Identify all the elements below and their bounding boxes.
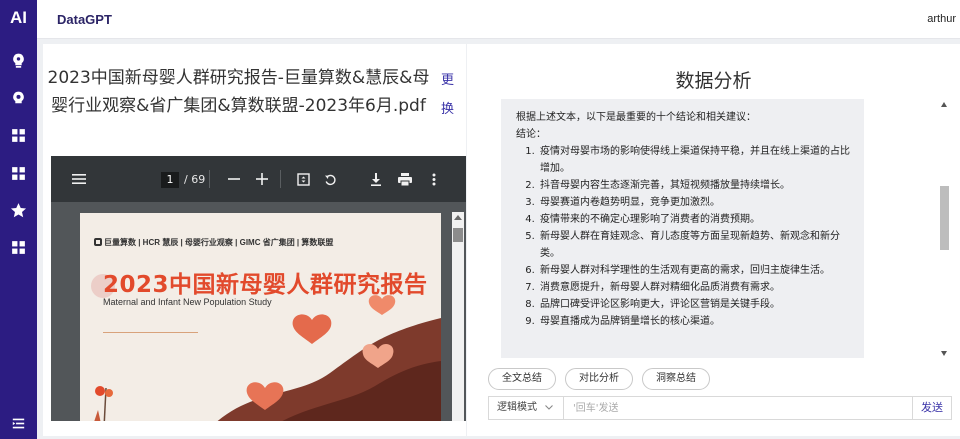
list-item: 抖音母婴内容生态逐渐完善，其短视频播放量持续增长。 xyxy=(538,177,851,194)
mode-select[interactable]: 逻辑模式 xyxy=(489,397,564,419)
pdf-scrollbar[interactable] xyxy=(452,212,464,421)
app-logo: AI xyxy=(10,8,27,27)
page-number-input[interactable]: 1 xyxy=(161,172,179,188)
analysis-intro: 根据上述文本，以下是最重要的十个结论和相关建议： xyxy=(516,112,756,123)
pdf-viewer: 1 / 69 巨量算数 | HCR 慧辰 | 母婴行业观察 | GIMC 省广集… xyxy=(51,156,466,421)
fit-page-icon[interactable] xyxy=(296,172,310,186)
chevron-down-icon xyxy=(545,405,553,410)
top-bar: DataGPT arthur xyxy=(37,0,960,39)
message-input[interactable] xyxy=(565,397,911,419)
send-button[interactable]: 发送 xyxy=(912,397,951,419)
document-title: 2023中国新母婴人群研究报告-巨量算数&慧辰&母婴行业观察&省广集团&算数联盟… xyxy=(47,68,430,116)
list-item: 品牌口碑受评论区影响更大，评论区营销是关键手段。 xyxy=(538,296,851,313)
pdf-page: 巨量算数 | HCR 慧辰 | 母婴行业观察 | GIMC 省广集团 | 算数联… xyxy=(80,213,441,421)
compare-button[interactable]: 对比分析 xyxy=(565,368,633,390)
rotate-icon[interactable] xyxy=(323,172,337,186)
toolbar-divider xyxy=(209,170,210,188)
summary-button[interactable]: 全文总结 xyxy=(488,368,556,390)
cover-divider xyxy=(103,332,198,333)
analysis-panel: 数据分析 根据上述文本，以下是最重要的十个结论和相关建议： 结论： 疫情对母婴市… xyxy=(467,44,960,436)
chat-input-row: 逻辑模式 发送 xyxy=(488,396,952,420)
conclusion-label: 结论： xyxy=(516,129,546,140)
bulb-outline-icon[interactable] xyxy=(10,90,27,107)
list-item: 新母婴人群对科学理性的生活观有更高的需求，回归主旋律生活。 xyxy=(538,262,851,279)
star-icon[interactable] xyxy=(10,202,27,219)
zoom-out-icon[interactable] xyxy=(227,172,241,186)
page-total: / 69 xyxy=(184,173,206,186)
bulb-icon[interactable] xyxy=(10,52,27,69)
analysis-title: 数据分析 xyxy=(675,70,752,92)
cover-subtitle: Maternal and Infant New Population Study xyxy=(103,297,272,307)
zoom-in-icon[interactable] xyxy=(255,172,269,186)
list-item: 消费意愿提升，新母婴人群对精细化品质消费有需求。 xyxy=(538,279,851,296)
partner-logos: 巨量算数 | HCR 慧辰 | 母婴行业观察 | GIMC 省广集团 | 算数联… xyxy=(94,237,333,248)
menu-collapse-icon[interactable] xyxy=(12,417,25,430)
grid-icon[interactable] xyxy=(10,165,27,182)
user-name[interactable]: arthur xyxy=(927,13,956,25)
change-document-button[interactable]: 更换 xyxy=(441,66,455,124)
list-item: 疫情带来的不确定心理影响了消费者的消费预期。 xyxy=(538,211,851,228)
list-item: 母婴直播成为品牌销量增长的核心渠道。 xyxy=(538,313,851,330)
mode-select-value: 逻辑模式 xyxy=(497,402,537,413)
sidebar-rail: AI xyxy=(0,0,37,439)
scroll-down-icon[interactable] xyxy=(941,351,947,356)
insight-button[interactable]: 洞察总结 xyxy=(642,368,710,390)
document-panel: 2023中国新母婴人群研究报告-巨量算数&慧辰&母婴行业观察&省广集团&算数联盟… xyxy=(43,44,466,436)
analysis-result-text: 根据上述文本，以下是最重要的十个结论和相关建议： 结论： 疫情对母婴市场的影响使… xyxy=(516,109,851,330)
scroll-up-icon[interactable] xyxy=(941,102,947,107)
print-icon[interactable] xyxy=(398,172,412,186)
cover-title: 2023中国新母婴人群研究报告 xyxy=(103,272,428,298)
list-item: 母婴赛道内卷趋势明显，竞争更加激烈。 xyxy=(538,194,851,211)
result-scrollbar-thumb[interactable] xyxy=(940,186,949,250)
analysis-result: 根据上述文本，以下是最重要的十个结论和相关建议： 结论： 疫情对母婴市场的影响使… xyxy=(501,99,864,358)
more-icon[interactable] xyxy=(429,172,439,186)
download-icon[interactable] xyxy=(369,172,383,186)
list-item: 新母婴人群在育娃观念、育儿态度等方面呈现新趋势、新观念和新分类。 xyxy=(538,228,851,262)
grid-icon[interactable] xyxy=(10,239,27,256)
scroll-up-icon[interactable] xyxy=(454,215,462,220)
grid-icon[interactable] xyxy=(10,127,27,144)
brand-name: DataGPT xyxy=(57,12,112,27)
menu-icon[interactable] xyxy=(71,172,87,186)
pdf-toolbar: 1 / 69 xyxy=(51,156,466,202)
toolbar-divider xyxy=(280,170,281,188)
pdf-scrollbar-thumb[interactable] xyxy=(453,228,463,242)
list-item: 疫情对母婴市场的影响使得线上渠道保持平稳，并且在线上渠道的占比增加。 xyxy=(538,143,851,177)
conclusion-list: 疫情对母婴市场的影响使得线上渠道保持平稳，并且在线上渠道的占比增加。 抖音母婴内… xyxy=(516,143,851,330)
